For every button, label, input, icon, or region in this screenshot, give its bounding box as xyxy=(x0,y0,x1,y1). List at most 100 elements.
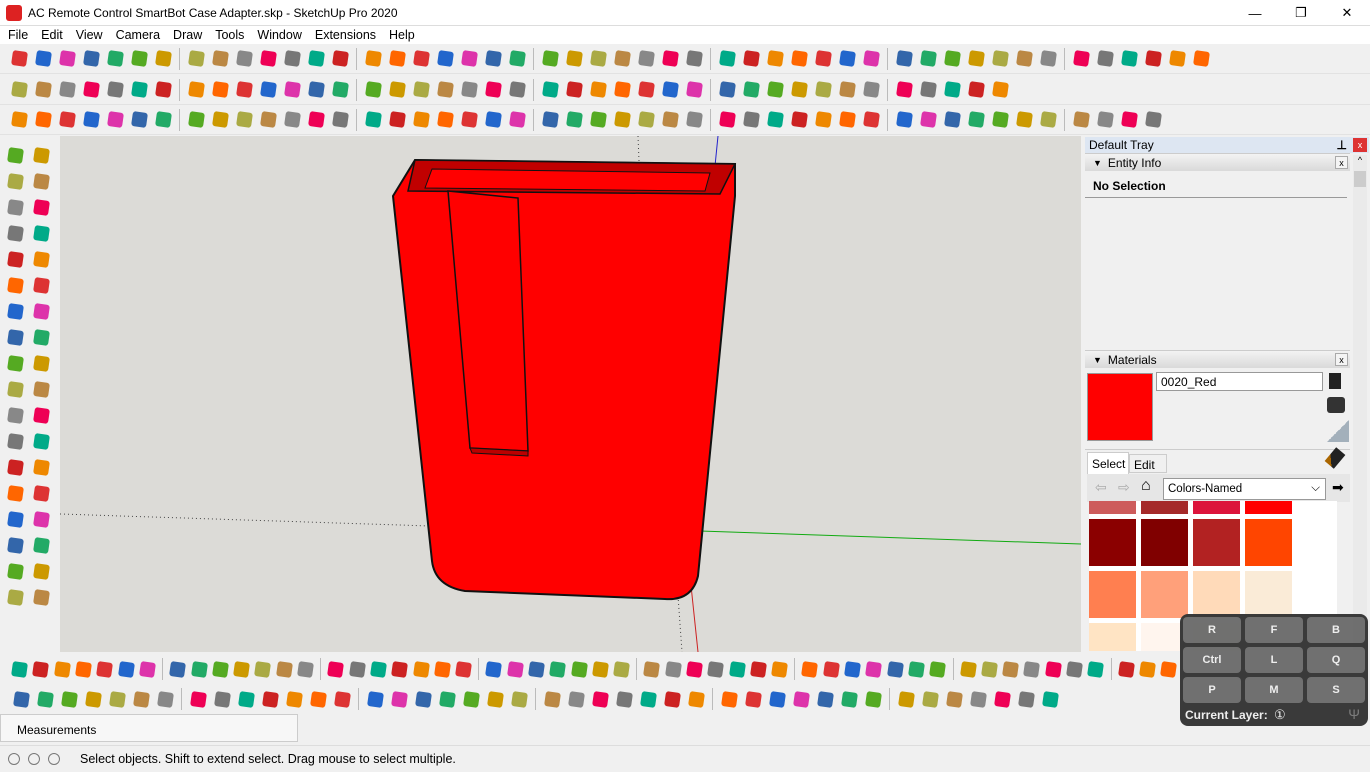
tool-button-9[interactable] xyxy=(209,109,231,131)
menu-edit[interactable]: Edit xyxy=(33,28,68,42)
key-s[interactable]: S xyxy=(1307,677,1365,703)
tray-scrollbar[interactable]: ^ xyxy=(1353,155,1367,650)
key-q[interactable]: Q xyxy=(1307,647,1365,673)
tool-button-14[interactable] xyxy=(329,79,351,101)
tool-button-25[interactable] xyxy=(613,688,635,710)
tool-button-12[interactable] xyxy=(283,688,305,710)
material-swatch[interactable] xyxy=(1193,571,1240,618)
measurements-box[interactable]: Measurements xyxy=(0,714,298,742)
tool-button-33[interactable] xyxy=(814,688,836,710)
tool-button-33[interactable] xyxy=(812,109,834,131)
tool-button-9[interactable] xyxy=(209,48,231,70)
tab-select[interactable]: Select xyxy=(1087,452,1129,474)
tool-button-27[interactable] xyxy=(4,482,26,504)
tool-button-9[interactable] xyxy=(209,79,231,101)
tool-button-12[interactable] xyxy=(281,109,303,131)
tool-button-3[interactable] xyxy=(56,79,78,101)
tool-button-17[interactable] xyxy=(410,79,432,101)
tool-button-18[interactable] xyxy=(390,658,409,680)
tool-button-8[interactable] xyxy=(168,658,187,680)
tool-button-8[interactable] xyxy=(30,222,52,244)
tool-button-10[interactable] xyxy=(211,658,230,680)
tool-button-10[interactable] xyxy=(30,248,52,270)
tool-button-16[interactable] xyxy=(386,48,408,70)
tool-button-45[interactable] xyxy=(1001,658,1020,680)
tool-button-3[interactable] xyxy=(53,658,72,680)
tool-button-7[interactable] xyxy=(138,658,157,680)
tool-button-41[interactable] xyxy=(907,658,926,680)
tool-button-42[interactable] xyxy=(1039,688,1061,710)
tool-button-14[interactable] xyxy=(296,658,315,680)
tool-button-2[interactable] xyxy=(32,48,54,70)
tool-button-30[interactable] xyxy=(740,48,762,70)
tool-button-40[interactable] xyxy=(991,688,1013,710)
tool-button-16[interactable] xyxy=(386,109,408,131)
tool-button-37[interactable] xyxy=(917,79,939,101)
tool-button-8[interactable] xyxy=(187,688,209,710)
tool-button-14[interactable] xyxy=(30,300,52,322)
tool-button-18[interactable] xyxy=(436,688,458,710)
material-swatch[interactable] xyxy=(1193,519,1240,566)
tool-button-38[interactable] xyxy=(941,48,963,70)
tool-button-18[interactable] xyxy=(30,352,52,374)
tool-button-41[interactable] xyxy=(1015,688,1037,710)
tool-button-17[interactable] xyxy=(410,48,432,70)
key-r[interactable]: R xyxy=(1183,617,1241,643)
tool-button-50[interactable] xyxy=(1116,658,1135,680)
tool-button-18[interactable] xyxy=(434,48,456,70)
tool-button-21[interactable] xyxy=(454,658,473,680)
tool-button-14[interactable] xyxy=(329,48,351,70)
tool-button-17[interactable] xyxy=(410,109,432,131)
tool-button-3[interactable] xyxy=(4,170,26,192)
tool-button-16[interactable] xyxy=(30,326,52,348)
material-swatch[interactable] xyxy=(1245,571,1292,618)
tool-button-29[interactable] xyxy=(718,688,740,710)
tool-button-24[interactable] xyxy=(30,430,52,452)
tool-button-1[interactable] xyxy=(10,658,29,680)
tool-button-30[interactable] xyxy=(742,688,764,710)
menu-draw[interactable]: Draw xyxy=(165,28,207,42)
tool-button-4[interactable] xyxy=(30,170,52,192)
home-icon[interactable]: ⌂ xyxy=(1141,477,1151,495)
tool-button-48[interactable] xyxy=(1065,658,1084,680)
tool-button-5[interactable] xyxy=(106,688,128,710)
tool-button-13[interactable] xyxy=(4,300,26,322)
tool-button-35[interactable] xyxy=(860,79,882,101)
tool-button-34[interactable] xyxy=(836,48,858,70)
tool-button-33[interactable] xyxy=(728,658,747,680)
tool-button-32[interactable] xyxy=(790,688,812,710)
tool-button-27[interactable] xyxy=(659,109,681,131)
tool-button-4[interactable] xyxy=(80,109,102,131)
tool-button-6[interactable] xyxy=(128,109,150,131)
tool-button-39[interactable] xyxy=(864,658,883,680)
tool-button-21[interactable] xyxy=(506,48,528,70)
tool-button-11[interactable] xyxy=(257,48,279,70)
tool-button-15[interactable] xyxy=(4,326,26,348)
tool-button-41[interactable] xyxy=(1013,48,1035,70)
tool-button-32[interactable] xyxy=(706,658,725,680)
tool-button-23[interactable] xyxy=(563,48,585,70)
tool-button-19[interactable] xyxy=(458,48,480,70)
tool-button-15[interactable] xyxy=(362,109,384,131)
tool-button-44[interactable] xyxy=(1094,109,1116,131)
material-swatch[interactable] xyxy=(1141,571,1188,618)
tool-button-7[interactable] xyxy=(152,109,174,131)
tool-button-29[interactable] xyxy=(716,109,738,131)
key-l[interactable]: L xyxy=(1245,647,1303,673)
tool-button-29[interactable] xyxy=(642,658,661,680)
tool-button-28[interactable] xyxy=(683,48,705,70)
eyedropper-icon[interactable] xyxy=(1324,447,1346,469)
tool-button-16[interactable] xyxy=(347,658,366,680)
tool-button-7[interactable] xyxy=(4,222,26,244)
material-swatch[interactable] xyxy=(1089,571,1136,618)
tool-button-21[interactable] xyxy=(506,109,528,131)
tool-button-12[interactable] xyxy=(281,79,303,101)
tool-button-4[interactable] xyxy=(74,658,93,680)
tool-button-40[interactable] xyxy=(886,658,905,680)
tool-button-31[interactable] xyxy=(766,688,788,710)
tool-button-49[interactable] xyxy=(1086,658,1105,680)
tool-button-30[interactable] xyxy=(740,79,762,101)
tool-button-19[interactable] xyxy=(4,378,26,400)
menu-file[interactable]: File xyxy=(0,28,33,42)
tool-button-20[interactable] xyxy=(482,79,504,101)
